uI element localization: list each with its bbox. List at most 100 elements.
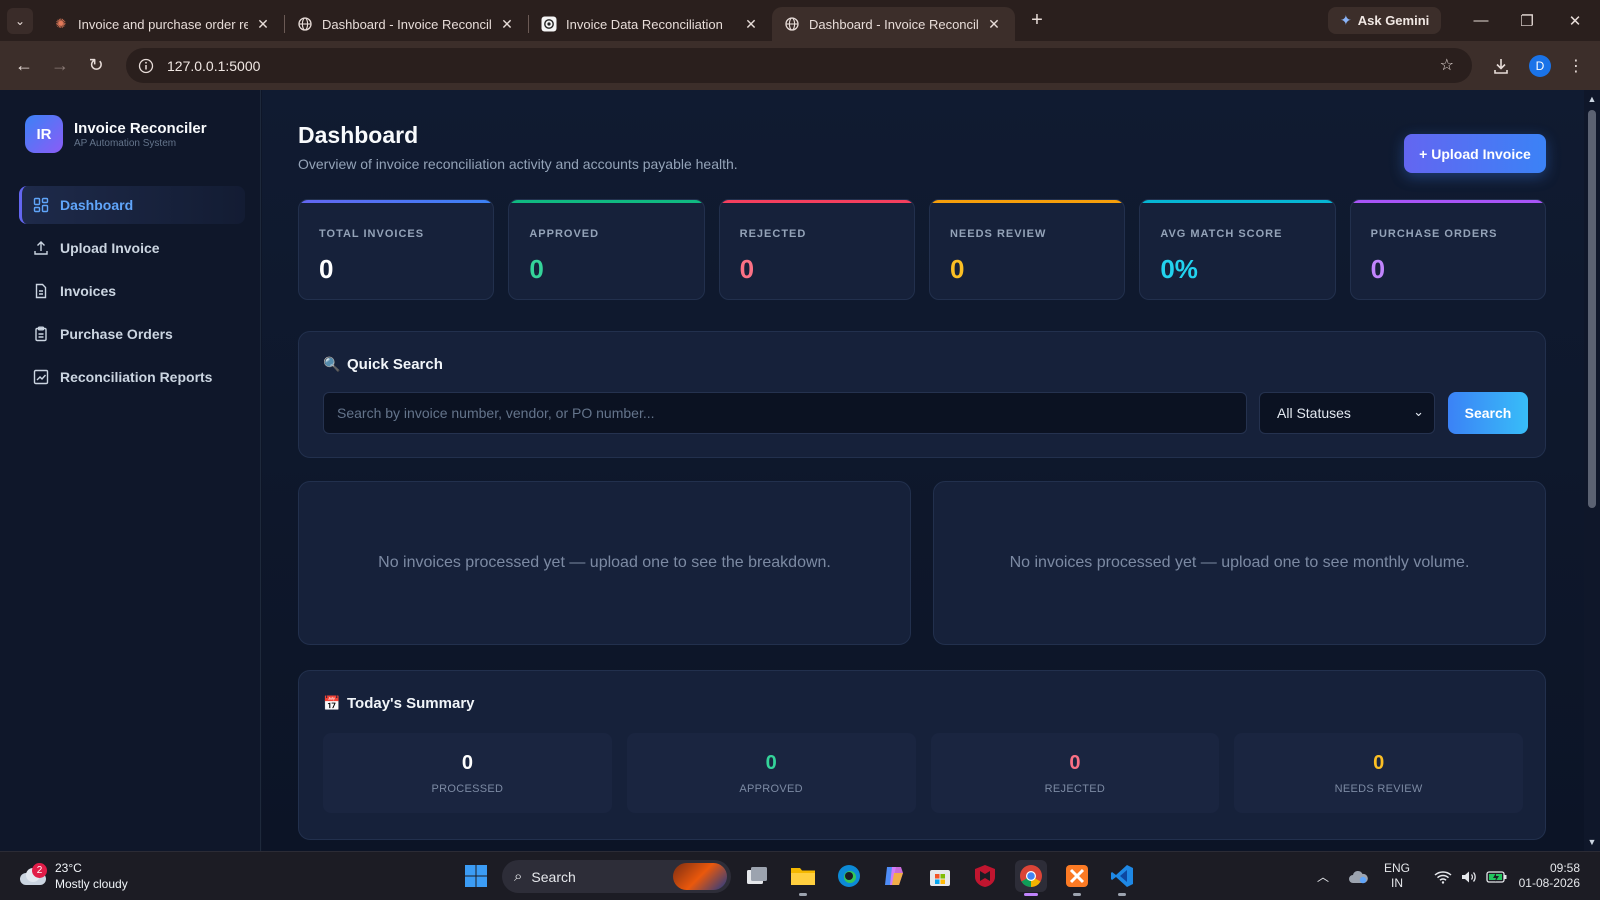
summary-value: 0: [1069, 751, 1081, 774]
close-tab-icon[interactable]: ✕: [985, 16, 1003, 33]
close-tab-icon[interactable]: ✕: [742, 16, 760, 33]
minimize-button[interactable]: —: [1458, 0, 1504, 41]
onedrive-button[interactable]: [1346, 860, 1370, 893]
scroll-up-icon[interactable]: ▲: [1584, 92, 1600, 106]
mcafee-button[interactable]: [969, 860, 1001, 892]
sidebar-item-dashboard[interactable]: Dashboard: [19, 186, 245, 224]
taskbar-clock[interactable]: 09:58 01-08-2026: [1512, 861, 1580, 891]
close-tab-icon[interactable]: ✕: [498, 16, 516, 33]
edge-button[interactable]: [833, 860, 865, 892]
back-button[interactable]: ←: [6, 48, 42, 84]
chrome-button[interactable]: [1015, 860, 1047, 896]
document-icon: [33, 283, 49, 299]
weather-widget[interactable]: 2 23°C Mostly cloudy: [18, 860, 128, 892]
summary-label: NEEDS REVIEW: [1334, 782, 1423, 795]
sidebar-nav: Dashboard Upload Invoice Invoices Purcha…: [19, 186, 245, 401]
close-tab-icon[interactable]: ✕: [254, 16, 272, 33]
kebab-menu-icon: ⋮: [1568, 57, 1584, 75]
summary-value: 0: [461, 751, 473, 774]
reload-button[interactable]: ↻: [78, 48, 114, 84]
forward-button[interactable]: →: [42, 48, 78, 84]
sidebar-item-label: Reconciliation Reports: [60, 369, 213, 385]
file-explorer-button[interactable]: [787, 860, 819, 896]
sidebar-item-upload-invoice[interactable]: Upload Invoice: [19, 229, 245, 267]
close-window-button[interactable]: ✕: [1552, 0, 1598, 41]
sidebar-item-label: Dashboard: [60, 197, 134, 213]
page-scrollbar[interactable]: ▲ ▼: [1584, 90, 1600, 851]
tab-search-button[interactable]: ⌄: [7, 7, 33, 34]
arrow-left-icon: ←: [15, 55, 33, 75]
clock-date: 01-08-2026: [1518, 876, 1580, 890]
stat-label: NEEDS REVIEW: [949, 228, 1047, 240]
brand-logo: IR: [25, 115, 63, 153]
start-button[interactable]: [460, 860, 492, 892]
browser-tab[interactable]: Invoice Data Reconciliation ✕: [529, 7, 772, 41]
copilot-button[interactable]: [878, 860, 910, 892]
tab-title: Invoice and purchase order rec: [78, 16, 248, 32]
restore-button[interactable]: ❐: [1504, 0, 1550, 41]
stat-card-rejected: REJECTED 0: [718, 199, 915, 300]
clipboard-icon: [33, 326, 49, 342]
scroll-thumb[interactable]: [1588, 110, 1596, 508]
browser-menu-button[interactable]: ⋮: [1562, 41, 1590, 90]
cloud-icon: 2: [18, 863, 48, 887]
bookmark-star-icon[interactable]: ☆: [1440, 55, 1454, 75]
download-icon: [1494, 58, 1508, 74]
chart-icon: [33, 369, 49, 385]
page-title: Dashboard: [298, 122, 419, 148]
grid-icon: [33, 197, 49, 213]
weather-description: Mostly cloudy: [55, 877, 128, 891]
browser-tab-active[interactable]: Dashboard - Invoice Reconciliat ✕: [772, 7, 1015, 41]
xampp-button[interactable]: [1061, 860, 1093, 896]
sidebar-item-reconciliation-reports[interactable]: Reconciliation Reports: [19, 358, 245, 396]
weather-temperature: 23°C: [55, 861, 82, 875]
sidebar-item-purchase-orders[interactable]: Purchase Orders: [19, 315, 245, 353]
clock-time: 09:58: [1549, 861, 1580, 875]
folder-icon: [791, 868, 815, 885]
profile-button[interactable]: D: [1526, 41, 1554, 90]
upload-icon: [33, 240, 49, 256]
store-icon: [930, 870, 950, 886]
openai-icon: [541, 16, 557, 32]
brand[interactable]: IR Invoice Reconciler AP Automation Syst…: [25, 115, 207, 153]
status-filter-select[interactable]: All Statuses ⌄: [1259, 392, 1435, 434]
ask-gemini-button[interactable]: ✦ Ask Gemini: [1328, 7, 1442, 34]
address-bar[interactable]: 127.0.0.1:5000 ☆: [126, 48, 1472, 83]
notification-badge: 2: [32, 863, 47, 878]
search-input[interactable]: Search by invoice number, vendor, or PO …: [323, 392, 1247, 434]
search-button[interactable]: Search: [1448, 392, 1528, 434]
input-language-indicator[interactable]: ENG IN: [1384, 861, 1410, 891]
mcafee-shield-icon: [975, 865, 995, 887]
avatar: D: [1529, 54, 1551, 77]
chrome-icon: [1020, 865, 1042, 887]
quick-settings-button[interactable]: [1426, 860, 1516, 893]
scroll-down-icon[interactable]: ▼: [1584, 835, 1600, 849]
show-hidden-icons-button[interactable]: ︿: [1312, 860, 1334, 893]
summary-label: PROCESSED: [431, 782, 504, 795]
stat-card-approved: APPROVED 0: [508, 199, 705, 300]
browser-tab[interactable]: ✺ Invoice and purchase order rec ✕: [41, 7, 284, 41]
task-view-button[interactable]: [741, 860, 773, 892]
card-title-text: Today's Summary: [347, 695, 475, 712]
taskbar-search[interactable]: ⌕ Search: [502, 860, 731, 893]
browser-tab[interactable]: Dashboard - Invoice Reconciliat ✕: [285, 7, 528, 41]
summary-tile-rejected: 0 REJECTED: [930, 733, 1220, 813]
language-code: ENG: [1384, 861, 1411, 875]
microsoft-store-button[interactable]: [924, 860, 956, 892]
quick-search-card: 🔍 Quick Search Search by invoice number,…: [298, 331, 1546, 458]
tab-title: Dashboard - Invoice Reconciliat: [322, 16, 492, 32]
summary-tile-needs-review: 0 NEEDS REVIEW: [1234, 733, 1523, 813]
sunburst-icon: ✺: [55, 16, 67, 31]
new-tab-button[interactable]: +: [1023, 7, 1051, 35]
stat-accent-bar: [1350, 200, 1545, 203]
magnifier-icon: 🔍: [323, 356, 341, 372]
search-highlight-image: [673, 863, 727, 890]
downloads-button[interactable]: [1485, 41, 1517, 90]
site-info-icon[interactable]: [135, 55, 157, 77]
stat-value: 0: [529, 254, 544, 284]
vscode-button[interactable]: [1106, 860, 1138, 896]
upload-invoice-button[interactable]: + Upload Invoice: [1404, 134, 1546, 173]
sidebar-item-invoices[interactable]: Invoices: [19, 272, 245, 310]
url-text[interactable]: 127.0.0.1:5000: [167, 58, 260, 74]
stat-label: APPROVED: [529, 228, 600, 240]
